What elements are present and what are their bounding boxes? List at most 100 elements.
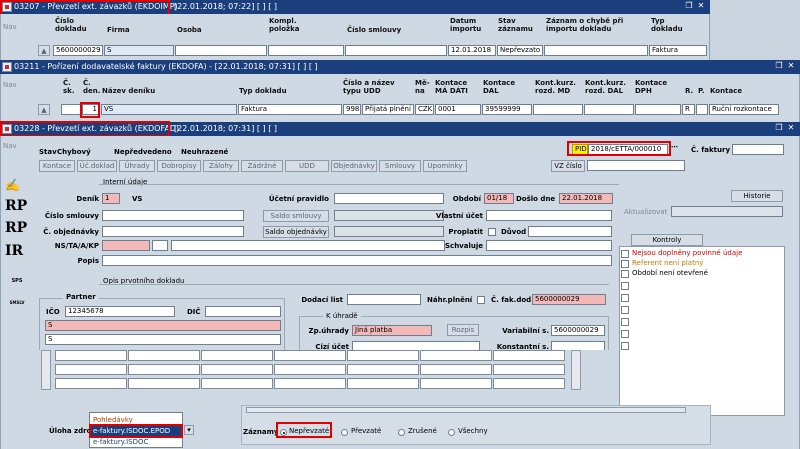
tab-ucdoklad[interactable]: Úč.doklad	[77, 160, 117, 172]
restore-icon[interactable]: ❐	[774, 123, 784, 133]
historie-button[interactable]: Historie	[731, 190, 783, 202]
w2-typ-nazev[interactable]: Přijatá plnění z	[362, 104, 414, 115]
w2-mena[interactable]: CZK	[415, 104, 434, 115]
close-icon[interactable]: ✕	[786, 123, 796, 133]
w2-kurz-md[interactable]	[533, 104, 583, 115]
w2-md[interactable]: 0001	[435, 104, 481, 115]
w2-r[interactable]: R	[682, 104, 695, 115]
duvod-input[interactable]	[528, 226, 612, 237]
nav-label[interactable]: Nav	[3, 23, 17, 31]
window2-titlebar[interactable]: 03211 - Pořízení dodavatelské faktury (E…	[0, 60, 800, 74]
ico-input[interactable]: 12345678	[65, 306, 175, 317]
uloha-option-1[interactable]: e-faktury.ISDOC.EPOD	[90, 426, 182, 436]
uloha-dropdown-button[interactable]: ▾	[184, 425, 194, 435]
kontroly-check-2[interactable]	[621, 270, 629, 278]
grid-cell[interactable]	[347, 350, 419, 361]
tab-udd[interactable]: UDD	[285, 160, 329, 172]
popis-input[interactable]	[102, 255, 612, 266]
c-objednavky-input[interactable]	[102, 226, 244, 237]
kontroly-check-5[interactable]	[621, 306, 629, 314]
rp-icon[interactable]: RP	[5, 197, 29, 217]
w1-firma[interactable]: S	[104, 45, 174, 56]
row-selector[interactable]: ▲	[38, 45, 50, 56]
doslo-dne-input[interactable]: 22.01.2018	[559, 193, 613, 204]
grid-scrollbar-right[interactable]	[571, 350, 581, 390]
grid-cell[interactable]	[274, 350, 346, 361]
grid-cell[interactable]	[55, 378, 127, 389]
w2-typ-cislo[interactable]: 998	[343, 104, 361, 115]
grid-cell[interactable]	[420, 378, 492, 389]
grid-cell[interactable]	[420, 364, 492, 375]
tab-upominky[interactable]: Upomínky	[423, 160, 467, 172]
denik-input[interactable]: 1	[102, 193, 120, 204]
w2-typ[interactable]: Faktura	[238, 104, 342, 115]
cislo-smlouvy-input[interactable]	[102, 210, 244, 221]
close-icon[interactable]: ✕	[786, 61, 796, 71]
grid-cell[interactable]	[201, 364, 273, 375]
grid-cell[interactable]	[347, 378, 419, 389]
zaznamy-option-2[interactable]: Zrušené	[408, 427, 437, 436]
faktury-input[interactable]	[732, 144, 784, 155]
kontroly-check-1[interactable]	[621, 260, 629, 268]
restore-icon[interactable]: ❐	[684, 1, 694, 11]
grid-cell[interactable]	[493, 364, 565, 375]
nahr-plneni-checkbox[interactable]	[477, 296, 485, 304]
kontroly-check-0[interactable]	[621, 250, 629, 258]
zaznamy-radio-1[interactable]	[341, 429, 348, 436]
rp-cz-icon[interactable]: RP	[5, 219, 29, 239]
saldo-smlouvy-button[interactable]: Saldo smlouvy	[263, 210, 329, 222]
window3-titlebar[interactable]: 03228 - Převzetí ext. závazků (EKDOFAD) …	[0, 122, 800, 136]
w1-chyba[interactable]	[544, 45, 648, 56]
w2-dph[interactable]	[635, 104, 681, 115]
w2-dal[interactable]: 39599999	[482, 104, 532, 115]
a-input[interactable]	[171, 240, 445, 251]
grid-cell[interactable]	[55, 350, 127, 361]
ucetni-pravidlo-input[interactable]	[334, 193, 444, 204]
grid-cell[interactable]	[274, 378, 346, 389]
rozpis-button[interactable]: Rozpis	[447, 324, 479, 336]
grid-cell[interactable]	[347, 364, 419, 375]
w1-stav[interactable]: Nepřevzato	[497, 45, 543, 56]
kontroly-check-3[interactable]	[621, 282, 629, 290]
tab-smlouvy[interactable]: Smlouvy	[379, 160, 421, 172]
kontroly-check-4[interactable]	[621, 294, 629, 302]
grid-cell[interactable]	[493, 378, 565, 389]
ns-input[interactable]	[102, 240, 150, 251]
c-fak-dod-input[interactable]: 5600000029	[532, 294, 606, 305]
pid-more-button[interactable]: ⋯	[671, 143, 678, 152]
pid-input[interactable]: 2018/cETTA/000010	[588, 144, 668, 155]
w1-datum[interactable]: 12.01.2018	[448, 45, 496, 56]
aktualizovat-select[interactable]	[671, 206, 783, 217]
grid-cell[interactable]	[493, 350, 565, 361]
vz-cislo-button[interactable]: VZ číslo	[551, 160, 585, 172]
tab-zalohy[interactable]: Zálohy	[203, 160, 239, 172]
w1-kompl[interactable]	[268, 45, 344, 56]
w1-smlouva[interactable]	[345, 45, 447, 56]
sign-icon[interactable]: ✍	[5, 176, 29, 196]
zaznamy-radio-2[interactable]	[398, 429, 405, 436]
uloha-option-0[interactable]: Pohledávky	[90, 415, 182, 425]
w2-kontace[interactable]: Ruční rozkontace	[709, 104, 779, 115]
grid-cell[interactable]	[201, 378, 273, 389]
grid-cell[interactable]	[420, 350, 492, 361]
zaznamy-option-3[interactable]: Všechny	[458, 427, 488, 436]
grid-cell[interactable]	[274, 364, 346, 375]
tab-objednavky[interactable]: Objednávky	[331, 160, 377, 172]
tab-dobropisy[interactable]: Dobropisy	[157, 160, 201, 172]
tab-uhrady[interactable]: Úhrady	[119, 160, 155, 172]
kontroly-button[interactable]: Kontroly	[631, 234, 703, 246]
w1-osoba[interactable]	[175, 45, 267, 56]
zaznamy-scrollbar[interactable]	[246, 407, 686, 413]
schvaluje-input[interactable]	[486, 240, 612, 251]
w2-kurz-dal[interactable]	[584, 104, 634, 115]
w2-p[interactable]	[696, 104, 708, 115]
partner-name-input[interactable]: S	[45, 320, 281, 331]
zaznamy-radio-3[interactable]	[448, 429, 455, 436]
grid-cell[interactable]	[128, 378, 200, 389]
zp-uhrady-input[interactable]: Jiná platba	[352, 325, 432, 336]
zaznamy-radio-0[interactable]	[280, 429, 287, 436]
ir-icon[interactable]: IR	[5, 242, 29, 262]
w2-nazev[interactable]: VS	[101, 104, 237, 115]
vz-cislo-input[interactable]	[587, 160, 685, 171]
tab-kontace[interactable]: Kontace	[39, 160, 75, 172]
